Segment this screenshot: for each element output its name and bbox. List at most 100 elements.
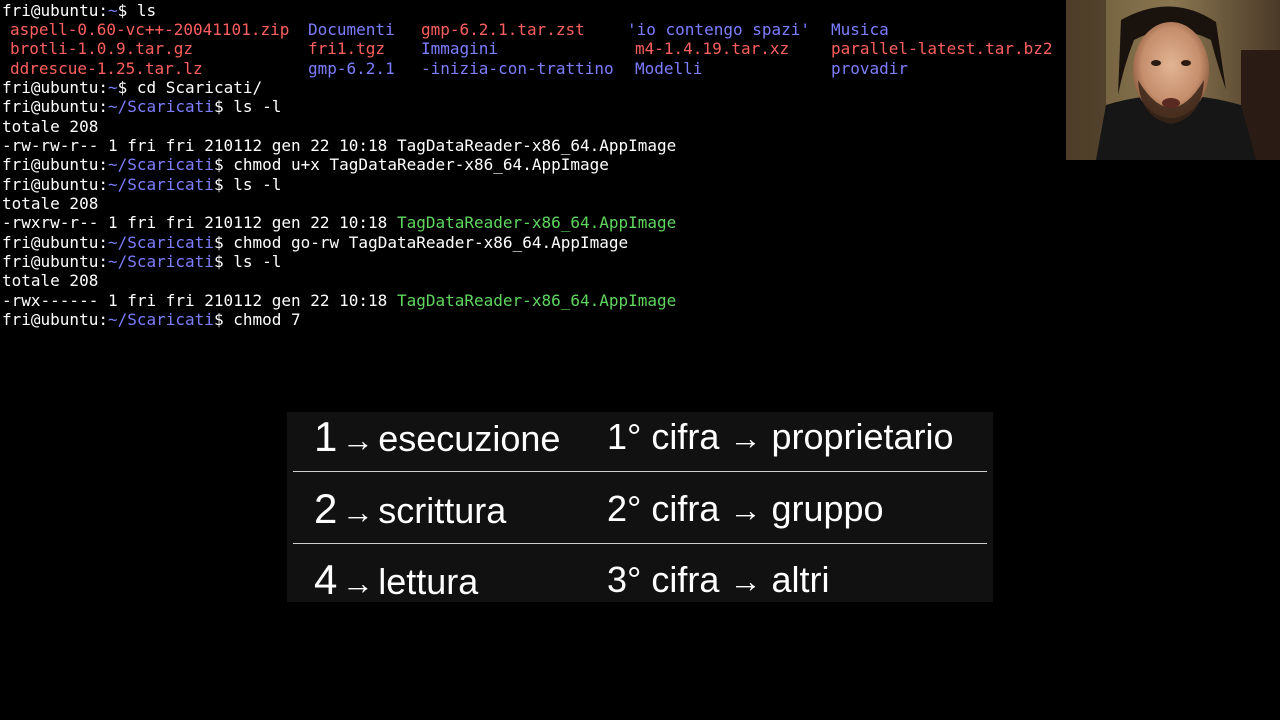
output-line: totale 208 <box>2 271 99 290</box>
prompt-dollar: $ <box>213 97 234 116</box>
arrow-icon: → <box>729 420 762 456</box>
digit-position: 3° cifra <box>607 559 720 600</box>
prompt-path: ~/Scaricati <box>107 175 214 194</box>
overlay-divider <box>293 471 987 472</box>
overlay-row: 2 → scrittura 2° cifra → gruppo <box>287 484 993 534</box>
permission-name: lettura <box>378 561 479 602</box>
permission-digit: 4 <box>314 556 338 603</box>
permissions-overlay: 1 → esecuzione 1° cifra → proprietario 2… <box>287 412 993 605</box>
prompt-user: fri@ubuntu <box>2 252 99 271</box>
prompt-dollar: $ <box>213 233 234 252</box>
arrow-icon: → <box>341 422 374 458</box>
digit-mapping: 1° cifra → proprietario <box>607 412 954 463</box>
prompt-path: ~ <box>107 78 118 97</box>
prompt-user: fri@ubuntu <box>2 155 99 174</box>
file-meta: -rwxrw-r-- 1 fri fri 210112 gen 22 10:18 <box>2 213 397 232</box>
prompt-user: fri@ubuntu <box>2 1 99 20</box>
command-text: cd Scaricati/ <box>136 78 263 97</box>
ls-item: 'io contengo spazi' <box>627 20 811 39</box>
output-line: -rwxrw-r-- 1 fri fri 210112 gen 22 10:18… <box>2 213 676 232</box>
prompt-path: ~/Scaricati <box>107 97 214 116</box>
permission-name: scrittura <box>378 490 507 531</box>
command-text: chmod go-rw TagDataReader-x86_64.AppImag… <box>233 233 629 252</box>
digit-mapping: 2° cifra → gruppo <box>607 484 884 535</box>
overlay-divider <box>293 543 987 544</box>
overlay-row: 1 → esecuzione 1° cifra → proprietario <box>287 412 993 462</box>
ls-item: gmp-6.2.1 <box>308 59 395 78</box>
terminal-line: fri@ubuntu:~/Scaricati$ ls -l <box>2 97 281 116</box>
permission-digit: 2 <box>314 485 338 532</box>
arrow-icon: → <box>341 494 374 530</box>
digit-target: altri <box>771 559 830 600</box>
command-text: ls -l <box>233 252 282 271</box>
output-line: totale 208 <box>2 117 99 136</box>
text-cursor <box>301 310 310 327</box>
permission-value: 2 → scrittura <box>314 484 506 537</box>
file-name-executable: TagDataReader-x86_64.AppImage <box>396 291 677 310</box>
command-input[interactable]: chmod 7 <box>233 310 300 329</box>
ls-item: fri1.tgz <box>308 39 386 58</box>
prompt-user: fri@ubuntu <box>2 78 99 97</box>
prompt-colon: : <box>98 233 108 252</box>
ls-item: provadir <box>831 59 909 78</box>
prompt-path: ~/Scaricati <box>107 155 214 174</box>
prompt-user: fri@ubuntu <box>2 310 99 329</box>
ls-item: gmp-6.2.1.tar.zst <box>421 20 585 39</box>
file-meta: -rw-rw-r-- 1 fri fri 210112 gen 22 10:18 <box>2 136 397 155</box>
prompt-colon: : <box>98 78 108 97</box>
prompt-colon: : <box>98 252 108 271</box>
arrow-icon: → <box>729 492 762 528</box>
output-line: -rwx------ 1 fri fri 210112 gen 22 10:18… <box>2 291 676 310</box>
permission-value: 4 → lettura <box>314 555 478 608</box>
webcam-feed <box>1066 0 1280 160</box>
digit-mapping: 3° cifra → altri <box>607 555 829 606</box>
command-text: ls -l <box>233 97 282 116</box>
prompt-colon: : <box>98 155 108 174</box>
digit-position: 1° cifra <box>607 416 720 457</box>
prompt-colon: : <box>98 310 108 329</box>
terminal-input-line[interactable]: fri@ubuntu:~/Scaricati$ chmod 7 <box>2 310 310 329</box>
file-name: TagDataReader-x86_64.AppImage <box>396 136 677 155</box>
prompt-user: fri@ubuntu <box>2 175 99 194</box>
terminal-line: fri@ubuntu:~/Scaricati$ chmod u+x TagDat… <box>2 155 609 174</box>
prompt-colon: : <box>98 1 108 20</box>
ls-item: Documenti <box>308 20 395 39</box>
prompt-user: fri@ubuntu <box>2 233 99 252</box>
overlay-row: 4 → lettura 3° cifra → altri <box>287 555 993 605</box>
ls-item: Immagini <box>421 39 499 58</box>
prompt-dollar: $ <box>213 252 234 271</box>
prompt-path: ~/Scaricati <box>107 252 214 271</box>
digit-target: proprietario <box>771 416 954 457</box>
permission-value: 1 → esecuzione <box>314 412 560 465</box>
ls-item: Modelli <box>635 59 703 78</box>
terminal-line: fri@ubuntu:~/Scaricati$ ls -l <box>2 175 281 194</box>
command-text: ls <box>136 1 157 20</box>
ls-item: ddrescue-1.25.tar.lz <box>10 59 203 78</box>
prompt-dollar: $ <box>117 1 137 20</box>
ls-item: m4-1.4.19.tar.xz <box>635 39 790 58</box>
permission-name: esecuzione <box>378 418 561 459</box>
ls-item: aspell-0.60-vc++-20041101.zip <box>10 20 290 39</box>
webcam-icon <box>1066 0 1280 160</box>
output-line: -rw-rw-r-- 1 fri fri 210112 gen 22 10:18… <box>2 136 676 155</box>
terminal-line: fri@ubuntu:~/Scaricati$ ls -l <box>2 252 281 271</box>
ls-item: brotli-1.0.9.tar.gz <box>10 39 194 58</box>
prompt-dollar: $ <box>213 175 234 194</box>
prompt-path: ~/Scaricati <box>107 233 214 252</box>
terminal-line: fri@ubuntu:~$ cd Scaricati/ <box>2 78 262 97</box>
ls-item: parallel-latest.tar.bz2 <box>831 39 1053 58</box>
digit-position: 2° cifra <box>607 488 720 529</box>
prompt-path: ~/Scaricati <box>107 310 214 329</box>
file-name-executable: TagDataReader-x86_64.AppImage <box>396 213 677 232</box>
prompt-dollar: $ <box>213 155 234 174</box>
prompt-dollar: $ <box>213 310 234 329</box>
ls-item: Musica <box>831 20 889 39</box>
prompt-user: fri@ubuntu <box>2 97 99 116</box>
ls-item: -inizia-con-trattino <box>421 59 614 78</box>
terminal-line: fri@ubuntu:~$ ls <box>2 1 156 20</box>
prompt-colon: : <box>98 97 108 116</box>
arrow-icon: → <box>729 563 762 599</box>
prompt-dollar: $ <box>117 78 137 97</box>
prompt-colon: : <box>98 175 108 194</box>
command-text: chmod u+x TagDataReader-x86_64.AppImage <box>233 155 609 174</box>
